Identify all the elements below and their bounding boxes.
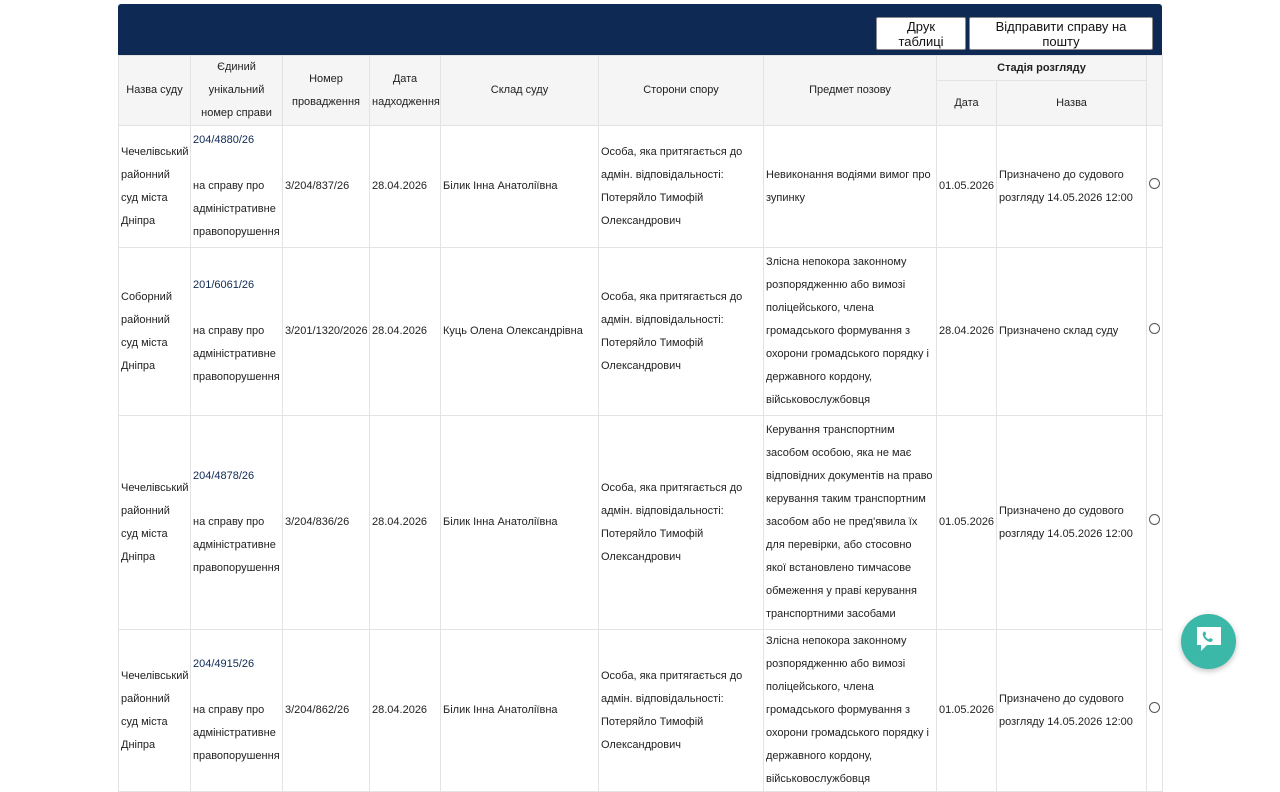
court-composition: Білик Інна Анатоліївна [440, 629, 599, 792]
cases-table: Назва суду Єдиний унікальний номер справ… [118, 55, 1164, 792]
stage-date: 28.04.2026 [936, 247, 997, 416]
header-proceeding: Номер провадження [282, 55, 370, 126]
received-date: 28.04.2026 [369, 247, 441, 416]
case-number-link[interactable]: 201/6061/26 [193, 279, 254, 291]
case-type: на справу про адміністративне правопоруш… [193, 180, 280, 238]
stage-name: Призначено до судового розгляду 14.05.20… [995, 629, 1148, 792]
table-row: Чечелівський районний суд міста Дніпра 20… [118, 415, 1164, 630]
stage-name: Призначено до судового розгляду 14.05.20… [995, 415, 1148, 630]
cases-panel: Друк таблиці Відправити справу на пошту … [118, 4, 1164, 792]
proceeding-number: 3/204/837/26 [282, 125, 370, 248]
row-select-cell [1146, 247, 1164, 416]
proceeding-number: 3/204/862/26 [282, 629, 370, 792]
header-select [1146, 55, 1164, 126]
header-composition: Склад суду [440, 55, 599, 126]
case-number-link[interactable]: 204/4878/26 [193, 470, 254, 482]
court-name: Чечелівський районний суд міста Дніпра [118, 415, 191, 630]
header-stage-date: Дата [936, 80, 997, 126]
header-stage-name: Назва [995, 80, 1148, 126]
table-row: Чечелівський районний суд міста Дніпра 20… [118, 629, 1164, 792]
header-stage-group: Стадія розгляду [935, 55, 1148, 81]
case-number-cell: 204/4915/26 на справу про адміністративне… [190, 629, 283, 792]
case-type: на справу про адміністративне правопоруш… [193, 325, 280, 383]
received-date: 28.04.2026 [369, 125, 441, 248]
header-received: Дата надходження [369, 55, 441, 126]
proceeding-number: 3/201/1320/2026 [282, 247, 370, 416]
table-row: Соборний районний суд міста Дніпра 201/60… [118, 247, 1164, 416]
stage-date: 01.05.2026 [936, 125, 997, 248]
dispute-parties: Особа, яка притягається до адмін. відпов… [598, 247, 764, 416]
stage-name: Призначено склад суду [995, 247, 1148, 416]
received-date: 28.04.2026 [369, 415, 441, 630]
header-subject: Предмет позову [763, 55, 937, 126]
case-number-cell: 204/4878/26 на справу про адміністративне… [190, 415, 283, 630]
court-name: Чечелівський районний суд міста Дніпра [118, 125, 191, 248]
dispute-parties: Особа, яка притягається до адмін. відпов… [598, 125, 764, 248]
court-composition: Куць Олена Олександрівна [440, 247, 599, 416]
table-row: Чечелівський районний суд міста Дніпра 20… [118, 125, 1164, 248]
received-date: 28.04.2026 [369, 629, 441, 792]
row-select-radio[interactable] [1149, 702, 1161, 713]
case-number-cell: 204/4880/26 на справу про адміністративне… [190, 125, 283, 248]
claim-subject: Невиконання водіями вимог про зупинку [763, 125, 937, 248]
print-table-button[interactable]: Друк таблиці [876, 17, 966, 50]
chat-support-button[interactable] [1181, 614, 1236, 669]
row-select-radio[interactable] [1149, 178, 1161, 189]
court-name: Чечелівський районний суд міста Дніпра [118, 629, 191, 792]
row-select-cell [1146, 125, 1164, 248]
court-composition: Білик Інна Анатоліївна [440, 415, 599, 630]
court-name: Соборний районний суд міста Дніпра [118, 247, 191, 416]
stage-date: 01.05.2026 [936, 415, 997, 630]
row-select-cell [1146, 415, 1164, 630]
dispute-parties: Особа, яка притягається до адмін. відпов… [598, 415, 764, 630]
case-number-link[interactable]: 204/4880/26 [193, 134, 254, 146]
proceeding-number: 3/204/836/26 [282, 415, 370, 630]
send-case-email-button[interactable]: Відправити справу на пошту [969, 17, 1153, 50]
table-toolbar: Друк таблиці Відправити справу на пошту [118, 4, 1162, 55]
case-type: на справу про адміністративне правопоруш… [193, 704, 280, 762]
claim-subject: Злісна непокора законному розпорядженню … [763, 247, 937, 416]
claim-subject: Керування транспортним засобом особою, я… [763, 415, 937, 630]
row-select-radio[interactable] [1149, 514, 1161, 525]
phone-chat-icon [1193, 623, 1225, 660]
row-select-radio[interactable] [1149, 323, 1161, 334]
stage-name: Призначено до судового розгляду 14.05.20… [995, 125, 1148, 248]
case-number-cell: 201/6061/26 на справу про адміністративне… [190, 247, 283, 416]
stage-date: 01.05.2026 [936, 629, 997, 792]
header-case-number: Єдиний унікальний номер справи [190, 55, 283, 126]
row-select-cell [1146, 629, 1164, 792]
claim-subject: Злісна непокора законному розпорядженню … [763, 629, 937, 792]
court-composition: Білик Інна Анатоліївна [440, 125, 599, 248]
case-number-link[interactable]: 204/4915/26 [193, 658, 254, 670]
header-parties: Сторони спору [598, 55, 764, 126]
dispute-parties: Особа, яка притягається до адмін. відпов… [598, 629, 764, 792]
header-court: Назва суду [118, 55, 191, 126]
case-type: на справу про адміністративне правопоруш… [193, 516, 280, 574]
